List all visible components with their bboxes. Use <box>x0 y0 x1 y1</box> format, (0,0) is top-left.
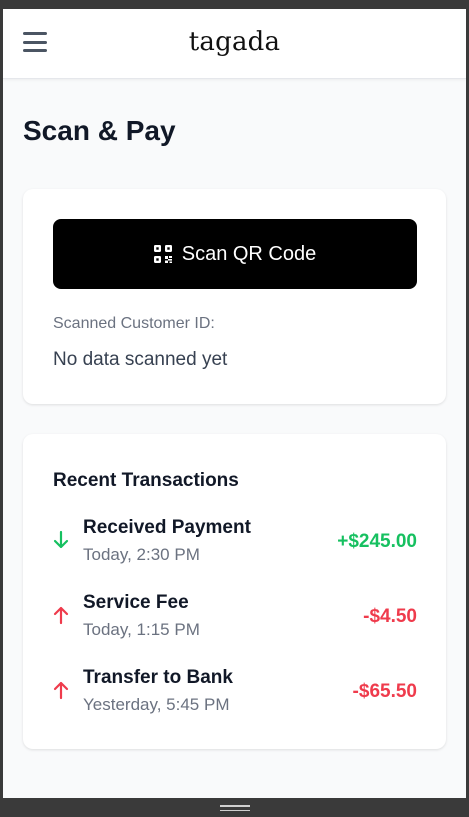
qr-code-icon <box>153 245 172 263</box>
transaction-time: Yesterday, 5:45 PM <box>83 695 230 714</box>
transaction-amount: +$245.00 <box>337 531 417 552</box>
arrow-up-icon <box>53 606 69 625</box>
scanned-customer-id-label: Scanned Customer ID: <box>53 315 215 332</box>
transaction-row[interactable]: Received Payment Today, 2:30 PM +$245.00 <box>53 517 417 569</box>
scan-card: Scan QR Code Scanned Customer ID: No dat… <box>23 189 446 404</box>
arrow-up-icon <box>53 681 69 700</box>
arrow-down-icon <box>53 530 69 549</box>
resize-grip-icon[interactable] <box>220 805 250 811</box>
window-bottom-bar <box>0 798 469 817</box>
recent-transactions-card: Recent Transactions Received Payment Tod… <box>23 434 446 749</box>
scan-qr-button-label: Scan QR Code <box>181 242 317 265</box>
transaction-amount: -$4.50 <box>363 606 417 627</box>
transaction-name: Received Payment <box>83 517 251 538</box>
transaction-time: Today, 1:15 PM <box>83 620 200 639</box>
brand-title: tagada <box>188 27 281 57</box>
transaction-row[interactable]: Transfer to Bank Yesterday, 5:45 PM -$65… <box>53 667 417 719</box>
app-header: tagada <box>3 9 466 79</box>
page-title: Scan & Pay <box>23 115 176 146</box>
recent-transactions-title: Recent Transactions <box>53 470 239 491</box>
window-top-frame <box>0 0 469 9</box>
transaction-time: Today, 2:30 PM <box>83 545 200 564</box>
transaction-amount: -$65.50 <box>352 681 417 702</box>
scanned-customer-id-value: No data scanned yet <box>53 349 228 370</box>
app-container: tagada Scan & Pay Scan QR Code Scanned C… <box>3 9 466 798</box>
scan-qr-button[interactable]: Scan QR Code <box>53 219 417 289</box>
transaction-name: Transfer to Bank <box>83 667 233 688</box>
transaction-name: Service Fee <box>83 592 189 613</box>
transaction-row[interactable]: Service Fee Today, 1:15 PM -$4.50 <box>53 592 417 644</box>
